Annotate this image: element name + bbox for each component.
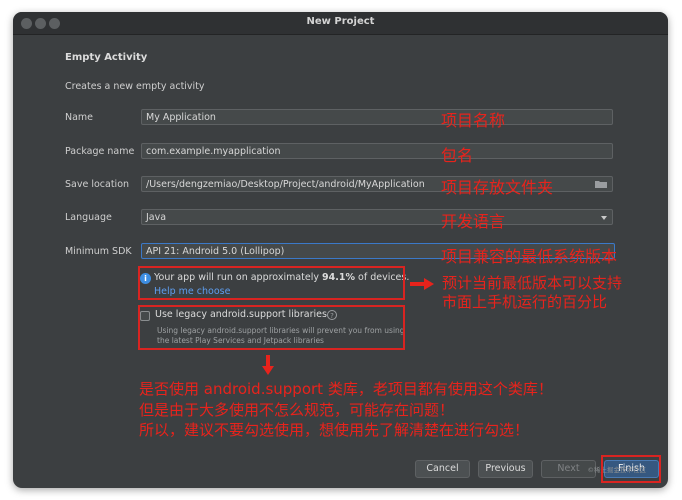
name-annotation: 项目名称 <box>441 111 506 130</box>
previous-button[interactable]: Previous <box>478 460 533 478</box>
package-annotation: 包名 <box>441 146 474 165</box>
name-label: Name <box>65 112 94 123</box>
legacy-highlight-box <box>138 305 405 350</box>
language-annotation: 开发语言 <box>441 212 506 231</box>
package-name-label: Package name <box>65 146 135 157</box>
folder-icon[interactable] <box>595 180 607 188</box>
package-name-value: com.example.myapplication <box>146 146 281 157</box>
save-location-annotation: 项目存放文件夹 <box>441 178 554 197</box>
save-location-label: Save location <box>65 179 130 190</box>
coverage-annotation-line1: 预计当前最低版本可以支持 <box>442 274 623 292</box>
finish-highlight-box <box>601 455 661 483</box>
arrow-down-icon <box>262 355 274 375</box>
name-field-value: My Application <box>146 112 216 123</box>
minimum-sdk-value: API 21: Android 5.0 (Lollipop) <box>146 246 285 257</box>
section-title: Empty Activity <box>65 52 148 63</box>
legacy-annotation-line3: 所以，建议不要勾选使用，想使用先了解清楚在进行勾选！ <box>139 421 530 439</box>
package-name-field[interactable]: com.example.myapplication <box>141 143 613 159</box>
minimum-sdk-label: Minimum SDK <box>65 246 132 257</box>
title-bar: New Project <box>13 12 668 35</box>
coverage-highlight-box <box>138 266 405 300</box>
language-value: Java <box>146 212 167 223</box>
name-field[interactable]: My Application <box>141 109 613 125</box>
chevron-down-icon <box>601 216 607 220</box>
legacy-annotation-line1: 是否使用 android.support 类库，老项目都有使用这个类库！ <box>139 380 553 398</box>
language-label: Language <box>65 212 112 223</box>
window-title: New Project <box>306 16 375 27</box>
arrow-right-icon <box>410 278 434 290</box>
cancel-button[interactable]: Cancel <box>415 460 470 478</box>
legacy-annotation-line2: 但是由于大多使用不怎么规范，可能存在问题！ <box>139 401 455 419</box>
min-sdk-annotation: 项目兼容的最低系统版本 <box>441 247 618 266</box>
section-description: Creates a new empty activity <box>65 81 205 92</box>
save-location-value: /Users/dengzemiao/Desktop/Project/androi… <box>146 179 425 190</box>
coverage-annotation-line2: 市面上手机运行的百分比 <box>442 293 608 311</box>
language-dropdown[interactable]: Java <box>141 209 613 225</box>
